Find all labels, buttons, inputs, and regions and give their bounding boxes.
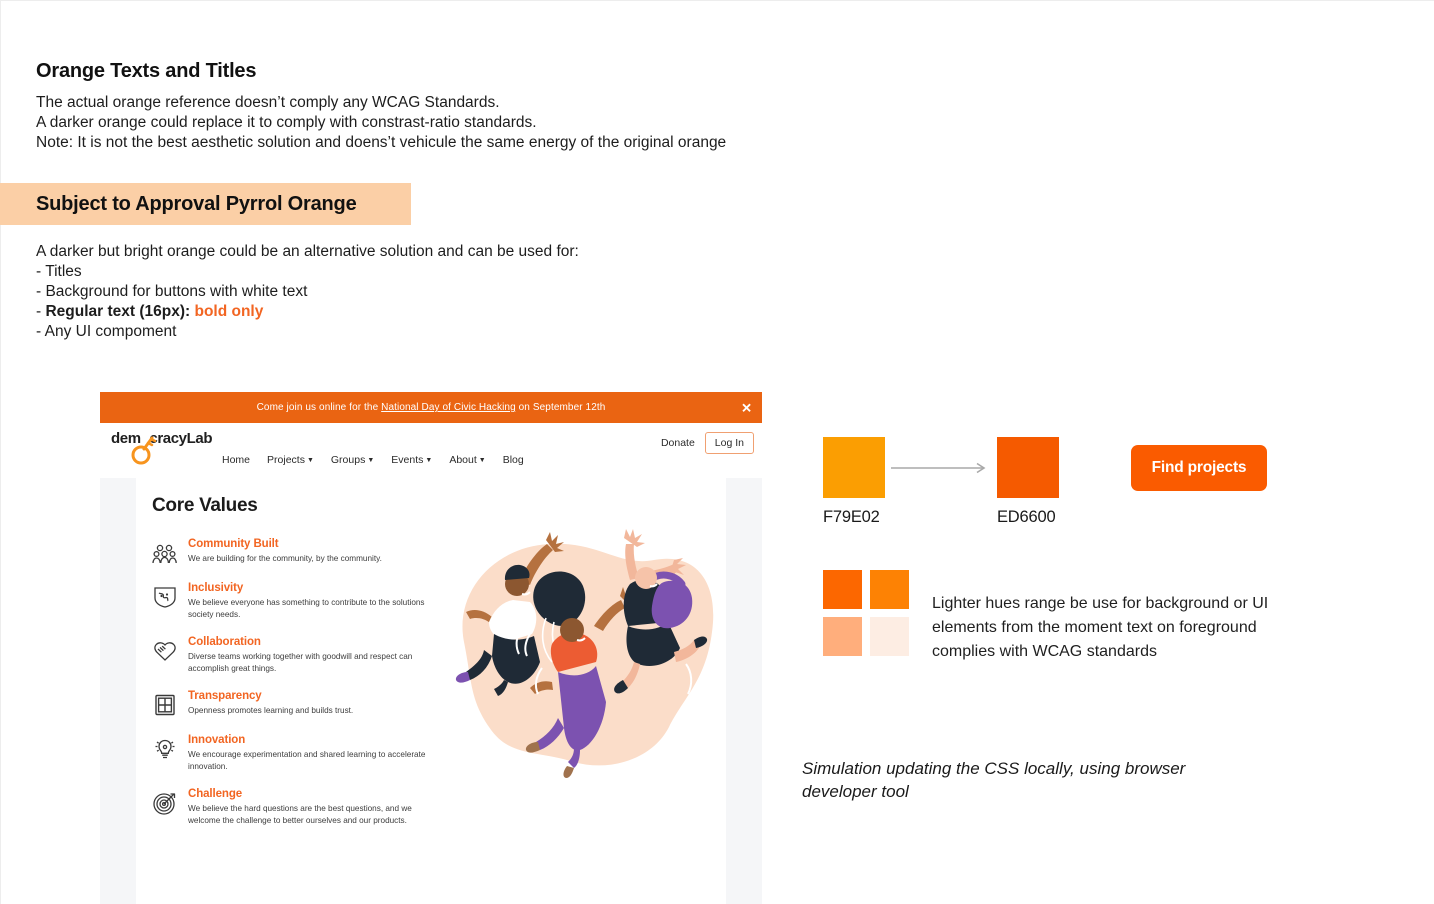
usage-intro: A darker but bright orange could be an a… <box>36 243 579 260</box>
list-item: Innovation We encourage experimentation … <box>152 734 442 772</box>
logo-wordmark: democracyLab <box>111 430 213 447</box>
nav-item-home[interactable]: Home <box>222 454 250 466</box>
core-value-desc: We encourage experimentation and shared … <box>188 750 426 771</box>
core-value-name: Challenge <box>188 788 243 800</box>
core-value-desc: We are building for the community, by th… <box>188 554 382 563</box>
jumping-people-illustration <box>434 522 724 782</box>
browser-screenshot: Come join us online for the National Day… <box>100 392 762 904</box>
swatch-row <box>823 437 1059 498</box>
core-value-text: Collaboration Diverse teams working toge… <box>188 636 442 674</box>
core-value-desc: Diverse teams working together with good… <box>188 652 413 673</box>
site-content-area: Core Values Community Built We are build… <box>100 478 762 904</box>
core-value-desc: We believe everyone has something to con… <box>188 598 425 619</box>
approval-heading: Subject to Approval Pyrrol Orange <box>36 192 357 215</box>
usage-item-ui-component: - Any UI compoment <box>36 323 177 340</box>
civic-hacking-link[interactable]: National Day of Civic Hacking <box>381 402 516 413</box>
chevron-down-icon: ▼ <box>306 456 314 464</box>
core-value-name: Inclusivity <box>188 582 244 594</box>
login-button[interactable]: Log In <box>704 432 754 454</box>
swatch-to-hex: ED6600 <box>997 508 1056 526</box>
core-value-text: Inclusivity We believe everyone has some… <box>188 582 442 620</box>
approval-highlight-band: Subject to Approval Pyrrol Orange <box>0 183 411 225</box>
note-line-3: Note: It is not the best aesthetic solut… <box>36 134 727 151</box>
chevron-down-icon: ▼ <box>478 456 486 464</box>
core-values-title: Core Values <box>152 495 258 516</box>
chevron-down-icon: ▼ <box>425 456 433 464</box>
core-value-text: Transparency Openness promotes learning … <box>188 690 442 718</box>
nav-item-projects[interactable]: Projects ▼ <box>267 454 314 466</box>
swatch-labels: F79E02 ED6600 <box>823 508 1059 527</box>
hue-swatch-3 <box>823 617 862 656</box>
note-line-1: The actual orange reference doesn’t comp… <box>36 94 500 111</box>
donate-link[interactable]: Donate <box>661 437 695 449</box>
core-value-name: Innovation <box>188 734 246 746</box>
core-values-list: Community Built We are building for the … <box>152 538 442 842</box>
nav-links: Home Projects ▼ Groups ▼ Events ▼ About ▼ Bl… <box>222 454 524 466</box>
core-value-name: Collaboration <box>188 636 261 648</box>
site-content-canvas: Core Values Community Built We are build… <box>136 478 726 904</box>
hue-swatch-4 <box>870 617 909 656</box>
logo-key-icon <box>131 436 156 465</box>
core-value-text: Community Built We are building for the … <box>188 538 442 566</box>
target-arrow-icon <box>152 790 178 816</box>
window-icon <box>152 692 178 718</box>
globe-shield-icon <box>152 584 178 610</box>
usage-regular-text-bold: Regular text (16px): <box>45 303 191 320</box>
swatch-from <box>823 437 885 498</box>
list-item: Challenge We believe the hard questions … <box>152 788 442 826</box>
nav-item-events[interactable]: Events ▼ <box>391 454 432 466</box>
notes-section: Orange Texts and Titles The actual orang… <box>36 60 936 153</box>
core-value-text: Innovation We encourage experimentation … <box>188 734 442 772</box>
core-value-text: Challenge We believe the hard questions … <box>188 788 442 826</box>
lightbulb-icon <box>152 736 178 762</box>
people-group-icon <box>152 540 178 566</box>
list-item: Community Built We are building for the … <box>152 538 442 566</box>
swatch-from-hex: F79E02 <box>823 508 880 526</box>
announcement-text: Come join us online for the National Day… <box>257 402 606 413</box>
arrow-right-icon <box>885 437 997 498</box>
announcement-text-before: Come join us online for the <box>256 402 382 413</box>
nav-right-actions: Donate Log In <box>661 432 754 454</box>
announcement-text-after: on September 12th <box>515 402 606 413</box>
site-nav-bar: democracyLab Home Projects▼ Groups▼ Even… <box>100 423 762 478</box>
democracylab-logo[interactable]: democracyLab <box>108 427 226 467</box>
core-value-name: Transparency <box>188 690 262 702</box>
simulation-caption: Simulation updating the CSS locally, usi… <box>802 759 1186 801</box>
note-line-2: A darker orange could replace it to comp… <box>36 114 537 131</box>
usage-item-regular-text: - Regular text (16px): bold only <box>36 302 796 322</box>
nav-item-groups[interactable]: Groups ▼ <box>331 454 374 466</box>
usage-bold-only-accent: bold only <box>194 303 264 320</box>
list-item: Inclusivity We believe everyone has some… <box>152 582 442 620</box>
lighter-hues-description: Lighter hues range be use for background… <box>932 595 1269 660</box>
usage-list: A darker but bright orange could be an a… <box>36 242 796 342</box>
swatch-to <box>997 437 1059 498</box>
page-title: Orange Texts and Titles <box>36 60 257 82</box>
find-projects-button[interactable]: Find projects <box>1131 445 1267 491</box>
usage-item-titles: - Titles <box>36 263 82 280</box>
close-icon[interactable]: ✕ <box>741 401 752 414</box>
list-item: Transparency Openness promotes learning … <box>152 690 442 718</box>
chevron-down-icon: ▼ <box>367 456 375 464</box>
color-migration-swatches: F79E02 ED6600 <box>823 437 1059 527</box>
lighter-hues-grid <box>823 570 909 656</box>
core-value-name: Community Built <box>188 538 279 550</box>
usage-item-buttons: - Background for buttons with white text <box>36 283 308 300</box>
core-value-desc: We believe the hard questions are the be… <box>188 804 412 825</box>
hue-swatch-2 <box>870 570 909 609</box>
announcement-banner: Come join us online for the National Day… <box>100 392 762 423</box>
list-item: Collaboration Diverse teams working toge… <box>152 636 442 674</box>
nav-item-about[interactable]: About ▼ <box>449 454 485 466</box>
hue-swatch-1 <box>823 570 862 609</box>
handshake-icon <box>152 638 178 664</box>
core-value-desc: Openness promotes learning and builds tr… <box>188 706 354 715</box>
lighter-hues-section: Lighter hues range be use for background… <box>823 570 1322 664</box>
nav-item-blog[interactable]: Blog <box>503 454 524 466</box>
